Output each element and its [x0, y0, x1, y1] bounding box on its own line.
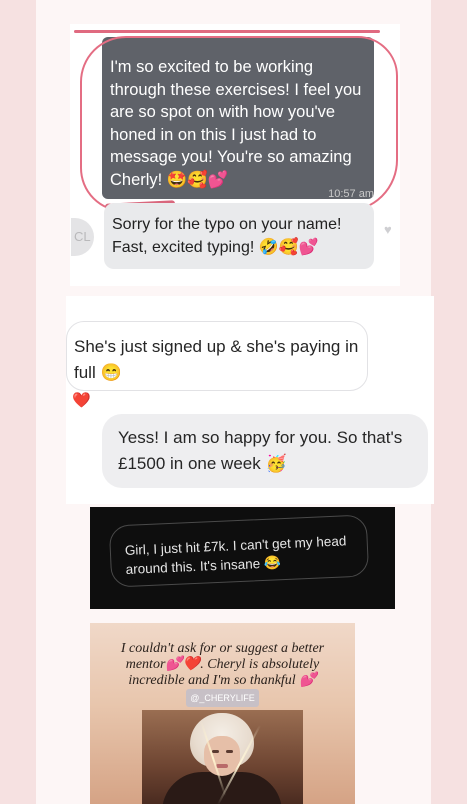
handle-tag: @_CHERYLIFE: [186, 689, 259, 707]
message-timestamp: 10:57 am: [328, 188, 374, 200]
photo-eye-left: [212, 750, 219, 753]
highlight-circle: [80, 36, 398, 212]
testimonial-screenshot-1: I'm so excited to be working through the…: [70, 24, 400, 286]
reply-text: Sorry for the typo on your name! Fast, e…: [112, 216, 342, 256]
testimonial-quote: I couldn't ask for or suggest a better m…: [110, 641, 335, 707]
incoming-text: She's just signed up & she's paying in f…: [74, 337, 359, 382]
dark-message-bubble: Girl, I just hit £7k. I can't get my hea…: [108, 514, 370, 588]
mentor-photo: [142, 710, 303, 804]
testimonial-story-card: I couldn't ask for or suggest a better m…: [90, 623, 355, 804]
quote-text: I couldn't ask for or suggest a better m…: [120, 641, 325, 688]
reply-message-bubble: Sorry for the typo on your name! Fast, e…: [104, 203, 374, 269]
testimonial-screenshot-2: She's just signed up & she's paying in f…: [66, 296, 434, 504]
heart-reaction-icon: ❤️: [72, 392, 91, 409]
photo-lips: [216, 764, 228, 768]
avatar: CL: [71, 218, 94, 256]
right-margin: [431, 0, 467, 804]
outgoing-message-bubble: Yess! I am so happy for you. So that's £…: [102, 414, 428, 488]
outgoing-text: Yess! I am so happy for you. So that's £…: [118, 428, 403, 473]
incoming-message-bubble: She's just signed up & she's paying in f…: [66, 321, 368, 391]
heart-outline-icon: ♥: [384, 222, 392, 237]
pink-highlight-line: [74, 30, 380, 33]
left-margin: [0, 0, 36, 804]
photo-eye-right: [226, 750, 233, 753]
dark-message-text: Girl, I just hit £7k. I can't get my hea…: [124, 533, 347, 577]
testimonial-screenshot-3: Girl, I just hit £7k. I can't get my hea…: [90, 507, 395, 609]
